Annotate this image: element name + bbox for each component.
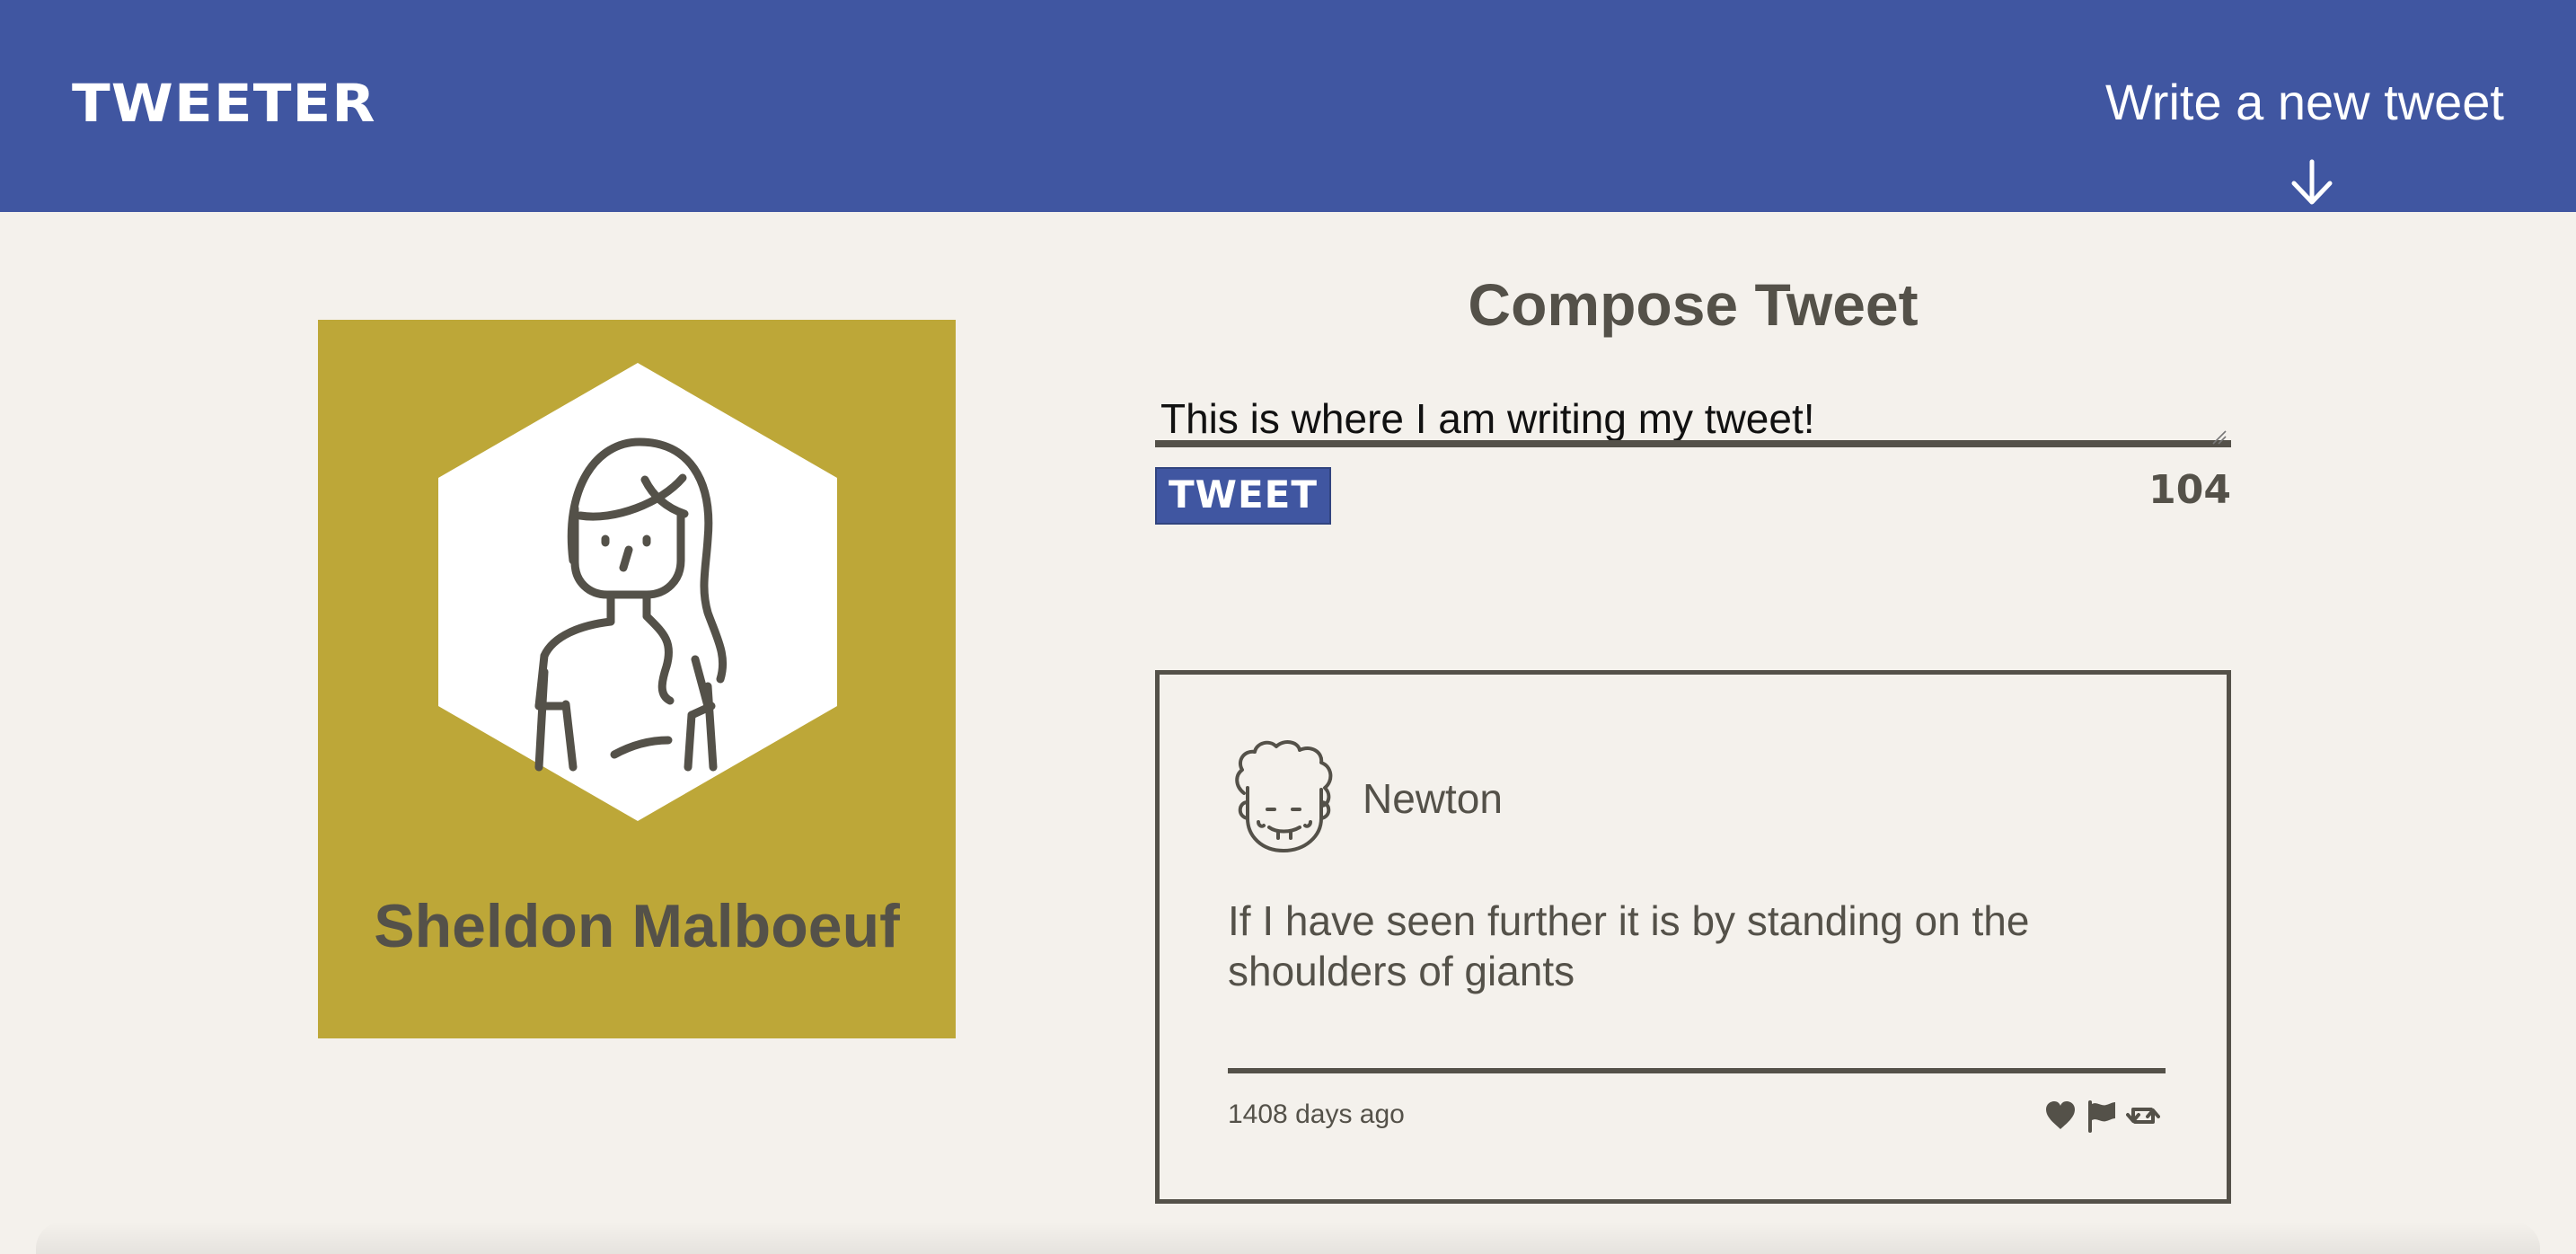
- top-nav: TWEETER Write a new tweet: [0, 0, 2576, 212]
- curly-hair-avatar-icon: [1235, 740, 1333, 852]
- char-counter: 104: [2148, 467, 2231, 513]
- tweet-body: If I have seen further it is by standing…: [1228, 897, 2030, 994]
- write-new-tweet-link[interactable]: Write a new tweet: [2055, 70, 2504, 135]
- tweet-input[interactable]: This is where I am writing my tweet!: [1155, 388, 2231, 447]
- tweet-author: Newton: [1363, 775, 1503, 822]
- heart-icon[interactable]: [2043, 1099, 2078, 1133]
- flag-icon[interactable]: [2085, 1099, 2119, 1133]
- tweet-timestamp: 1408 days ago: [1228, 1099, 1405, 1129]
- tweet-card: Newton If I have seen further it is by s…: [1155, 670, 2231, 1204]
- write-new-tweet-label[interactable]: Write a new tweet: [2055, 70, 2504, 135]
- resize-grip-icon[interactable]: [2211, 429, 2228, 446]
- arrow-down-icon[interactable]: [2287, 158, 2337, 208]
- profile-card: Sheldon Malboeuf: [318, 320, 956, 1038]
- profile-name: Sheldon Malboeuf: [374, 892, 900, 960]
- tweet-divider: [1228, 1068, 2166, 1073]
- retweet-icon[interactable]: [2126, 1099, 2160, 1133]
- tweet-button[interactable]: TWEET: [1155, 467, 1331, 525]
- app-logo[interactable]: TWEETER: [72, 72, 376, 135]
- compose-title: Compose Tweet: [1468, 271, 1919, 338]
- tweet-actions: [2043, 1099, 2169, 1135]
- footer-shadow: [36, 1222, 2540, 1254]
- user-avatar-icon: [438, 363, 837, 821]
